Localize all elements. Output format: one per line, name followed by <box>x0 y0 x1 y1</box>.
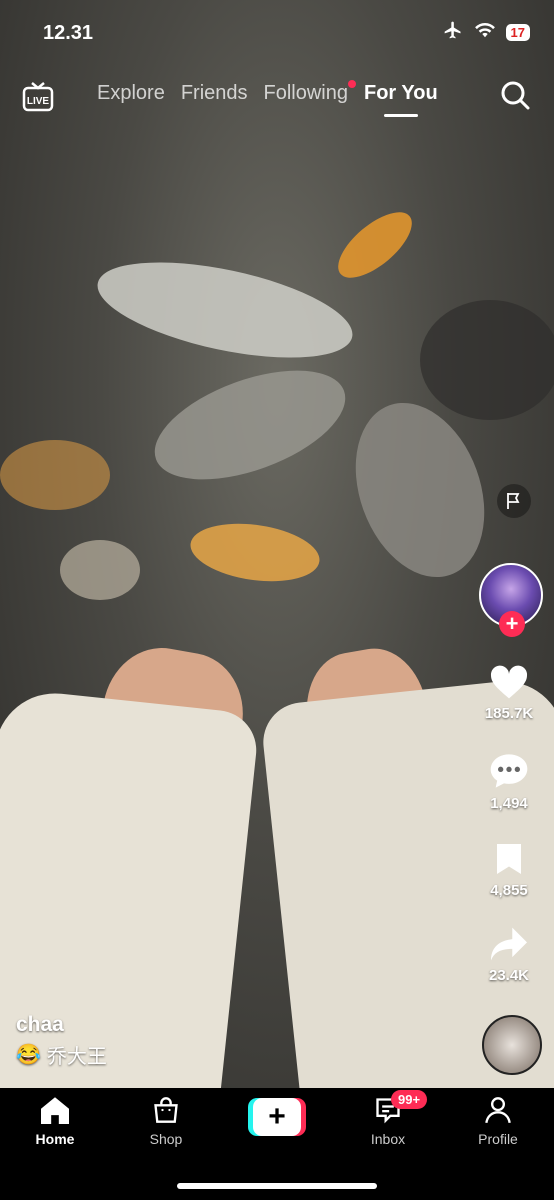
battery-indicator: 17 <box>505 24 530 41</box>
nav-shop-label: Shop <box>149 1131 183 1147</box>
svg-text:LIVE: LIVE <box>27 96 50 107</box>
comment-action[interactable]: 1,494 <box>464 752 554 812</box>
search-icon[interactable] <box>500 80 530 115</box>
tab-following[interactable]: Following <box>263 80 356 105</box>
music-disc[interactable] <box>482 1015 542 1075</box>
status-time: 12.31 <box>43 22 94 44</box>
video-player[interactable] <box>0 0 554 1088</box>
shopping-bag-icon <box>154 1097 178 1123</box>
wifi-icon <box>474 21 496 44</box>
laughing-emoji-icon: 😂 <box>16 1044 41 1066</box>
flag-icon[interactable] <box>497 484 531 518</box>
notification-dot <box>348 80 356 88</box>
nav-profile-label: Profile <box>478 1131 518 1147</box>
create-button[interactable]: + <box>248 1098 306 1136</box>
follow-button[interactable]: + <box>499 611 525 637</box>
tab-following-label: Following <box>263 82 348 104</box>
plus-icon: + <box>253 1098 301 1136</box>
tab-friends[interactable]: Friends <box>181 82 248 105</box>
like-action[interactable]: 185.7K <box>464 664 554 722</box>
home-icon <box>41 1097 69 1124</box>
tab-explore[interactable]: Explore <box>97 82 165 105</box>
airplane-icon <box>442 20 464 45</box>
post-caption: 😂 乔大王 <box>16 1040 107 1069</box>
top-nav: LIVE Explore Friends Following For You <box>0 78 554 118</box>
nav-inbox-label: Inbox <box>370 1131 406 1147</box>
like-count: 185.7K <box>484 705 534 722</box>
share-icon <box>491 927 527 961</box>
nav-profile[interactable]: Profile <box>458 1096 538 1147</box>
save-action[interactable]: 4,855 <box>464 841 554 899</box>
tab-for-you[interactable]: For You <box>364 82 438 117</box>
nav-shop[interactable]: Shop <box>126 1096 206 1147</box>
heart-icon <box>490 665 528 699</box>
share-count: 23.4K <box>488 967 530 984</box>
home-indicator <box>177 1183 377 1189</box>
bookmark-icon <box>497 844 521 874</box>
caption-text: 乔大王 <box>46 1046 107 1068</box>
share-action[interactable]: 23.4K <box>464 926 554 984</box>
post-username[interactable]: chaa <box>16 1013 64 1037</box>
nav-home[interactable]: Home <box>15 1096 95 1147</box>
nav-inbox[interactable]: 99+ Inbox <box>348 1090 428 1147</box>
save-count: 4,855 <box>490 882 528 899</box>
inbox-badge: 99+ <box>391 1090 428 1109</box>
profile-icon <box>485 1097 511 1124</box>
nav-home-label: Home <box>35 1131 75 1147</box>
comment-icon <box>490 754 528 788</box>
live-icon[interactable]: LIVE <box>22 80 54 117</box>
comment-count: 1,494 <box>490 795 528 812</box>
status-bar: 12.31 17 <box>0 0 554 60</box>
